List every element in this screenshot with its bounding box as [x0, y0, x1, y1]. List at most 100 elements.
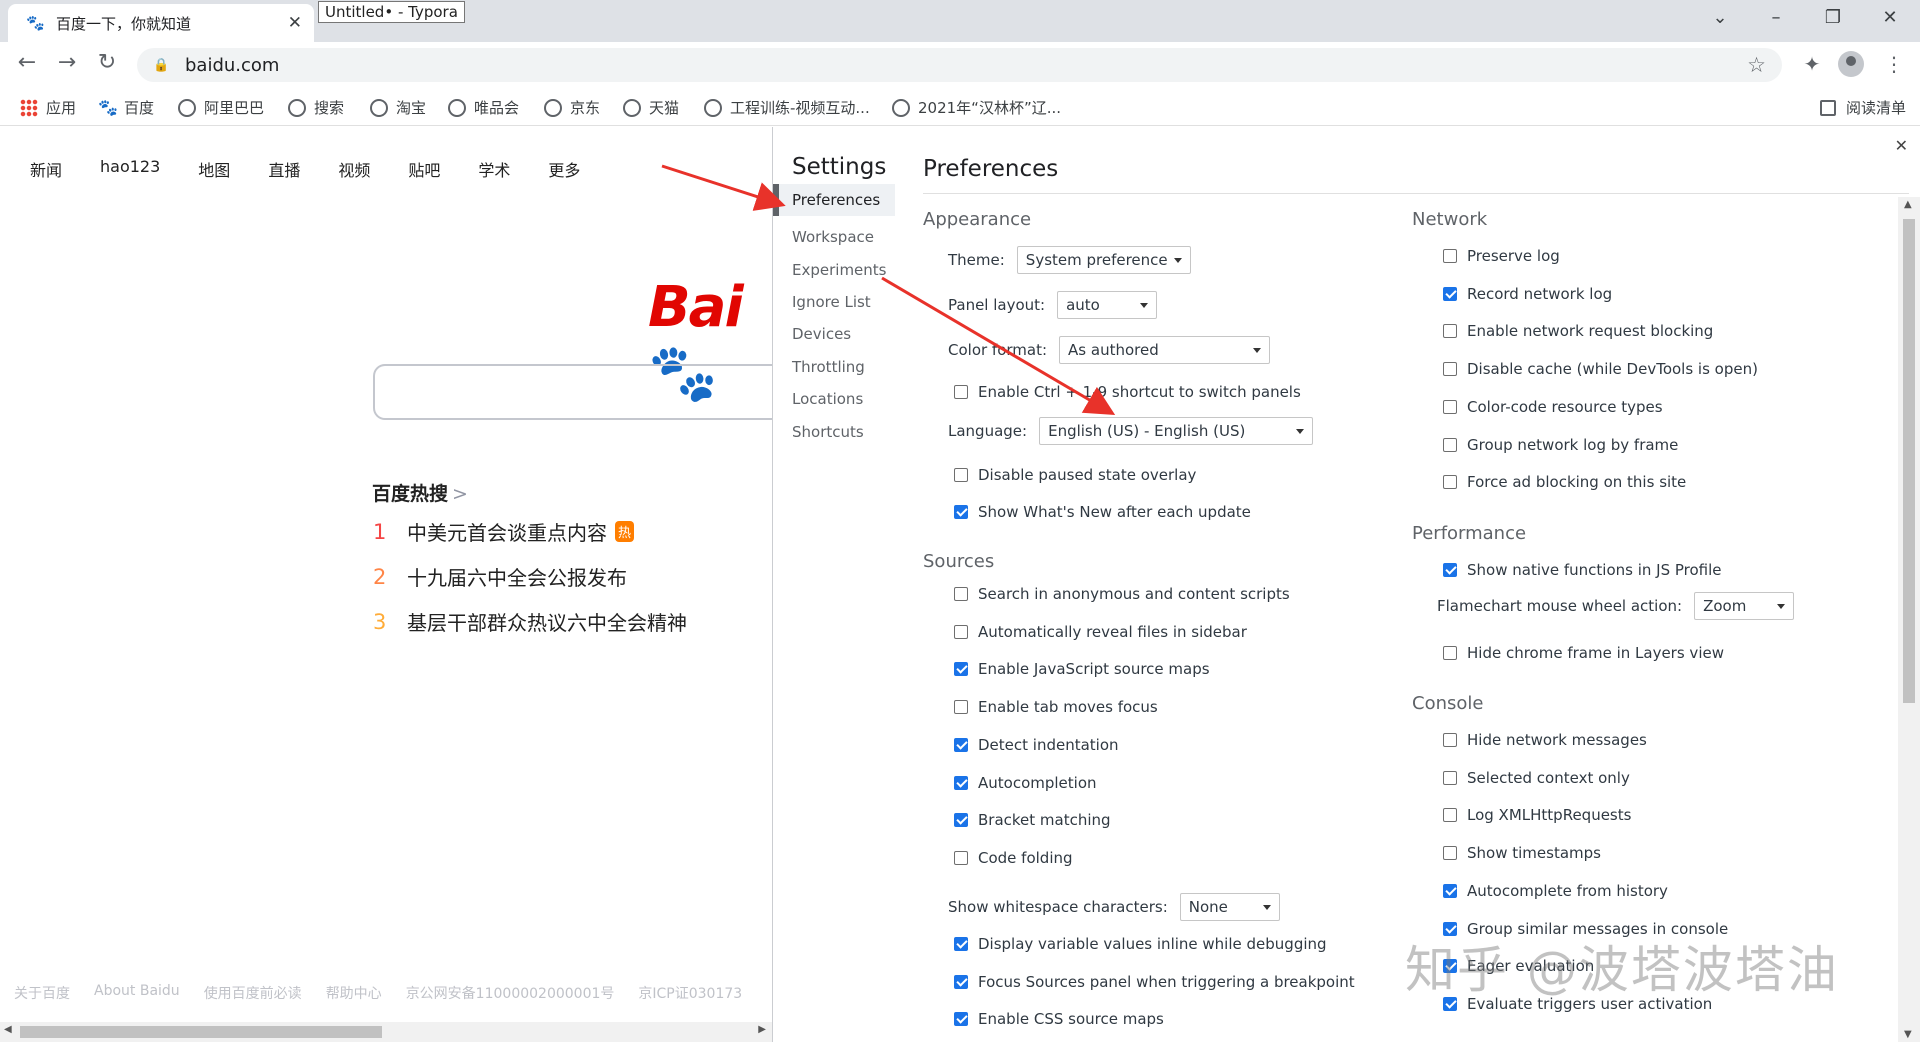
- footer-link[interactable]: 帮助中心: [326, 983, 382, 1003]
- checkbox[interactable]: [954, 468, 968, 482]
- setting-checkbox-row[interactable]: Record network log: [1443, 285, 1612, 303]
- address-bar[interactable]: 🔒 baidu.com ☆: [137, 48, 1782, 82]
- setting-checkbox-row[interactable]: Enable CSS source maps: [954, 1010, 1164, 1028]
- nav-link[interactable]: 地图: [198, 157, 230, 181]
- footer-link[interactable]: 京公网安备11000002000001号: [406, 983, 615, 1003]
- checkbox[interactable]: [1443, 286, 1457, 301]
- checkbox[interactable]: [954, 662, 968, 677]
- bookmark-tmall[interactable]: 天猫: [623, 97, 679, 118]
- bookmark-search[interactable]: 搜索: [288, 97, 344, 118]
- bookmark-star-icon[interactable]: ☆: [1747, 53, 1766, 77]
- checkbox[interactable]: [1443, 808, 1457, 823]
- close-tab-icon[interactable]: ✕: [288, 13, 302, 33]
- sidebar-item-workspace[interactable]: Workspace: [792, 228, 874, 246]
- checkbox[interactable]: [954, 775, 968, 790]
- setting-checkbox-row[interactable]: Color-code resource types: [1443, 398, 1663, 416]
- sidebar-item-devices[interactable]: Devices: [792, 325, 851, 343]
- scroll-right-icon[interactable]: ▶: [758, 1024, 766, 1035]
- setting-checkbox-row[interactable]: Selected context only: [1443, 769, 1630, 787]
- checkbox[interactable]: [954, 937, 968, 951]
- setting-checkbox-row[interactable]: Search in anonymous and content scripts: [954, 585, 1290, 603]
- setting-checkbox-row[interactable]: Detect indentation: [954, 736, 1119, 754]
- panel-layout-select[interactable]: auto: [1057, 291, 1158, 319]
- nav-link[interactable]: 贴吧: [408, 157, 440, 181]
- tab-search-icon[interactable]: ⌄: [1706, 7, 1734, 28]
- checkbox[interactable]: [954, 624, 968, 639]
- bookmark-taobao[interactable]: 淘宝: [370, 97, 426, 118]
- checkbox[interactable]: [1443, 249, 1457, 263]
- setting-checkbox-row[interactable]: Autocompletion: [954, 774, 1097, 792]
- checkbox[interactable]: [1443, 646, 1457, 660]
- language-select[interactable]: English (US) - English (US): [1039, 417, 1314, 445]
- lock-icon[interactable]: 🔒: [153, 58, 169, 73]
- flamechart-select[interactable]: Zoom: [1694, 592, 1795, 620]
- sidebar-item-experiments[interactable]: Experiments: [792, 261, 886, 279]
- checkbox[interactable]: [954, 505, 968, 519]
- scroll-up-icon[interactable]: ▲: [1904, 199, 1912, 210]
- whitespace-select[interactable]: None: [1179, 893, 1280, 921]
- checkbox[interactable]: [1443, 399, 1457, 414]
- bookmark-apps[interactable]: 应用: [20, 97, 76, 118]
- setting-checkbox-row[interactable]: Enable JavaScript source maps: [954, 660, 1210, 678]
- setting-checkbox-row[interactable]: Hide network messages: [1443, 731, 1647, 749]
- nav-link[interactable]: hao123: [100, 157, 160, 181]
- checkbox[interactable]: [954, 974, 968, 989]
- extensions-icon[interactable]: ✦: [1798, 52, 1826, 76]
- checkbox[interactable]: [1443, 362, 1457, 377]
- nav-link[interactable]: 学术: [478, 157, 510, 181]
- bookmark-baidu[interactable]: 🐾 百度: [98, 97, 154, 118]
- checkbox[interactable]: [1443, 324, 1457, 339]
- ctrl-shortcut-checkbox[interactable]: Enable Ctrl + 1-9 shortcut to switch pan…: [954, 383, 1301, 401]
- color-format-select[interactable]: As authored: [1059, 336, 1271, 364]
- checkbox[interactable]: [954, 587, 968, 601]
- reload-icon[interactable]: ↻: [92, 50, 122, 75]
- checkbox[interactable]: [1443, 733, 1457, 747]
- sidebar-item-shortcuts[interactable]: Shortcuts: [792, 423, 864, 441]
- nav-link[interactable]: 新闻: [30, 157, 62, 181]
- checkbox[interactable]: [1443, 883, 1457, 898]
- bookmark-engineering[interactable]: 工程训练-视频互动...: [704, 97, 870, 118]
- browser-tab[interactable]: 🐾 百度一下，你就知道 ✕: [8, 4, 314, 42]
- scrollbar-thumb[interactable]: [1903, 219, 1915, 703]
- setting-checkbox-row[interactable]: Focus Sources panel when triggering a br…: [954, 973, 1355, 991]
- menu-icon[interactable]: ⋮: [1880, 52, 1908, 76]
- setting-checkbox-row[interactable]: Preserve log: [1443, 247, 1560, 265]
- setting-checkbox-row[interactable]: Disable cache (while DevTools is open): [1443, 360, 1758, 378]
- setting-checkbox-row[interactable]: Enable network request blocking: [1443, 322, 1713, 340]
- setting-checkbox-row[interactable]: Bracket matching: [954, 811, 1111, 829]
- restore-icon[interactable]: ❐: [1819, 7, 1847, 28]
- checkbox[interactable]: [1443, 770, 1457, 785]
- paused-overlay-checkbox[interactable]: Disable paused state overlay: [954, 466, 1196, 484]
- hot-item[interactable]: 2 十九届六中全会公报发布: [373, 562, 627, 591]
- nav-link[interactable]: 视频: [338, 157, 370, 181]
- bookmark-alibaba[interactable]: 阿里巴巴: [178, 97, 264, 118]
- reading-list[interactable]: 阅读清单: [1819, 97, 1906, 118]
- sidebar-item-ignore-list[interactable]: Ignore List: [792, 293, 871, 311]
- whats-new-checkbox[interactable]: Show What's New after each update: [954, 503, 1251, 521]
- scrollbar-thumb[interactable]: [20, 1026, 382, 1038]
- sidebar-item-preferences[interactable]: Preferences: [779, 184, 895, 216]
- checkbox[interactable]: [954, 850, 968, 865]
- scroll-down-icon[interactable]: ▼: [1904, 1029, 1912, 1040]
- hot-item[interactable]: 1 中美元首会谈重点内容 热: [373, 517, 635, 546]
- baidu-search-input[interactable]: [373, 364, 772, 420]
- native-functions-checkbox[interactable]: Show native functions in JS Profile: [1443, 561, 1722, 579]
- checkbox[interactable]: [954, 813, 968, 828]
- setting-checkbox-row[interactable]: Automatically reveal files in sidebar: [954, 623, 1247, 641]
- setting-checkbox-row[interactable]: Display variable values inline while deb…: [954, 935, 1327, 953]
- checkbox[interactable]: [954, 700, 968, 715]
- forward-icon[interactable]: →: [52, 50, 82, 75]
- footer-link[interactable]: 关于百度: [14, 983, 70, 1003]
- close-settings-icon[interactable]: ✕: [1895, 136, 1908, 155]
- hot-item[interactable]: 3 基层干部群众热议六中全会精神: [373, 607, 687, 636]
- back-icon[interactable]: ←: [12, 50, 42, 75]
- vertical-scrollbar[interactable]: ▲ ▼: [1898, 197, 1920, 1042]
- checkbox[interactable]: [1443, 846, 1457, 861]
- checkbox[interactable]: [954, 385, 968, 399]
- footer-link[interactable]: 京ICP证030173: [638, 983, 742, 1003]
- setting-checkbox-row[interactable]: Show timestamps: [1443, 844, 1601, 862]
- hot-search-title[interactable]: 百度热搜 >: [372, 479, 468, 506]
- checkbox[interactable]: [954, 1012, 968, 1027]
- theme-select[interactable]: System preference: [1016, 246, 1191, 274]
- setting-checkbox-row[interactable]: Log XMLHttpRequests: [1443, 806, 1631, 824]
